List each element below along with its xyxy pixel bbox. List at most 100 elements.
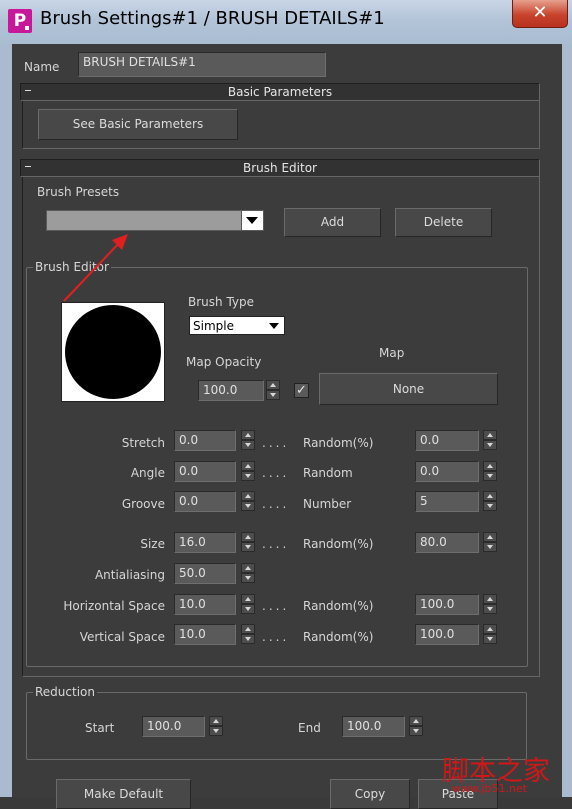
horizontal-space-label: Horizontal Space	[63, 599, 165, 613]
spinner-down-icon[interactable]	[483, 604, 497, 614]
size-random-input[interactable]: 80.0	[415, 532, 479, 553]
start-input[interactable]: 100.0	[142, 716, 205, 737]
spinner-up-icon[interactable]	[241, 430, 255, 440]
spinner-up-icon[interactable]	[483, 461, 497, 471]
antialiasing-spinner[interactable]	[241, 563, 255, 583]
vertical-space-random-label: Random(%)	[303, 630, 374, 644]
stretch-input[interactable]: 0.0	[174, 430, 236, 451]
app-icon: P	[8, 9, 32, 33]
horizontal-space-random-input[interactable]: 100.0	[415, 594, 479, 615]
title-bar[interactable]: P Brush Settings#1 / BRUSH DETAILS#1 ✕	[0, 0, 572, 44]
add-preset-button[interactable]: Add	[284, 208, 381, 237]
end-input[interactable]: 100.0	[342, 716, 405, 737]
start-label: Start	[85, 721, 115, 735]
delete-preset-button[interactable]: Delete	[395, 208, 492, 237]
spinner-up-icon[interactable]	[483, 624, 497, 634]
angle-random-spinner[interactable]	[483, 461, 497, 481]
stretch-random-input[interactable]: 0.0	[415, 430, 479, 451]
angle-spinner[interactable]	[241, 461, 255, 481]
basic-parameters-header[interactable]: Basic Parameters	[20, 83, 540, 101]
brush-editor-header[interactable]: Brush Editor	[20, 159, 540, 177]
angle-random-label: Random	[303, 466, 353, 480]
dropdown-button[interactable]	[241, 211, 263, 230]
groove-label: Groove	[121, 497, 165, 511]
groove-number-input[interactable]: 5	[415, 491, 479, 512]
vertical-space-random-input[interactable]: 100.0	[415, 624, 479, 645]
spinner-up-icon[interactable]	[241, 594, 255, 604]
map-opacity-label: Map Opacity	[186, 355, 262, 369]
spinner-up-icon[interactable]	[483, 532, 497, 542]
end-spinner[interactable]	[409, 716, 423, 736]
horizontal-space-spinner[interactable]	[241, 594, 255, 614]
brush-shape-circle	[65, 305, 161, 399]
brush-presets-label: Brush Presets	[37, 185, 120, 199]
spinner-up-icon[interactable]	[241, 563, 255, 573]
copy-button[interactable]: Copy	[330, 779, 410, 809]
spinner-up-icon[interactable]	[483, 594, 497, 604]
reduction-group-title: Reduction	[33, 685, 97, 699]
brush-type-dropdown[interactable]: Simple	[189, 316, 285, 335]
angle-input[interactable]: 0.0	[174, 461, 236, 482]
spinner-down-icon[interactable]	[241, 573, 255, 583]
antialiasing-input[interactable]: 50.0	[174, 563, 236, 584]
spinner-down-icon[interactable]	[241, 634, 255, 644]
name-field[interactable]: BRUSH DETAILS#1	[78, 52, 326, 77]
spinner-down-icon[interactable]	[209, 726, 223, 736]
spinner-down-icon[interactable]	[241, 440, 255, 450]
map-label: Map	[379, 346, 405, 360]
spinner-up-icon[interactable]	[209, 716, 223, 726]
spinner-down-icon[interactable]	[483, 471, 497, 481]
window-frame-left	[0, 44, 12, 797]
map-opacity-spinner[interactable]	[266, 380, 280, 400]
angle-random-input[interactable]: 0.0	[415, 461, 479, 482]
window-frame-right	[562, 44, 572, 797]
groove-number-label: Number	[303, 497, 352, 511]
spinner-up-icon[interactable]	[241, 532, 255, 542]
horizontal-space-input[interactable]: 10.0	[174, 594, 236, 615]
spinner-down-icon[interactable]	[241, 471, 255, 481]
spinner-up-icon[interactable]	[241, 624, 255, 634]
stretch-spinner[interactable]	[241, 430, 255, 450]
size-label: Size	[140, 537, 165, 551]
spinner-down-icon[interactable]	[483, 501, 497, 511]
map-opacity-input[interactable]: 100.0	[198, 380, 264, 401]
spinner-down-icon[interactable]	[483, 542, 497, 552]
vertical-space-label: Vertical Space	[79, 630, 165, 644]
dialog-body: Name BRUSH DETAILS#1 Basic Parameters Se…	[12, 44, 562, 809]
spinner-down-icon[interactable]	[483, 634, 497, 644]
spinner-down-icon[interactable]	[483, 440, 497, 450]
brush-preview	[61, 302, 165, 402]
vertical-space-random-spinner[interactable]	[483, 624, 497, 644]
groove-number-spinner[interactable]	[483, 491, 497, 511]
spinner-down-icon[interactable]	[241, 542, 255, 552]
spinner-up-icon[interactable]	[266, 380, 280, 390]
map-button[interactable]: None	[319, 373, 498, 405]
horizontal-space-random-label: Random(%)	[303, 599, 374, 613]
spinner-up-icon[interactable]	[409, 716, 423, 726]
see-basic-parameters-button[interactable]: See Basic Parameters	[38, 109, 238, 140]
spinner-up-icon[interactable]	[241, 491, 255, 501]
close-button[interactable]: ✕	[512, 0, 568, 28]
groove-spinner[interactable]	[241, 491, 255, 511]
chevron-down-icon	[246, 217, 258, 224]
make-default-button[interactable]: Make Default	[56, 779, 191, 809]
horizontal-space-random-spinner[interactable]	[483, 594, 497, 614]
size-input[interactable]: 16.0	[174, 532, 236, 553]
size-spinner[interactable]	[241, 532, 255, 552]
brush-presets-dropdown[interactable]	[46, 210, 264, 231]
spinner-down-icon[interactable]	[241, 501, 255, 511]
spinner-up-icon[interactable]	[241, 461, 255, 471]
spinner-up-icon[interactable]	[483, 491, 497, 501]
start-spinner[interactable]	[209, 716, 223, 736]
spinner-down-icon[interactable]	[409, 726, 423, 736]
size-random-spinner[interactable]	[483, 532, 497, 552]
collapse-icon	[25, 90, 31, 91]
spinner-up-icon[interactable]	[483, 430, 497, 440]
map-opacity-checkbox[interactable]: ✓	[294, 383, 309, 398]
spinner-down-icon[interactable]	[266, 390, 280, 400]
stretch-random-spinner[interactable]	[483, 430, 497, 450]
groove-input[interactable]: 0.0	[174, 491, 236, 512]
vertical-space-spinner[interactable]	[241, 624, 255, 644]
spinner-down-icon[interactable]	[241, 604, 255, 614]
vertical-space-input[interactable]: 10.0	[174, 624, 236, 645]
